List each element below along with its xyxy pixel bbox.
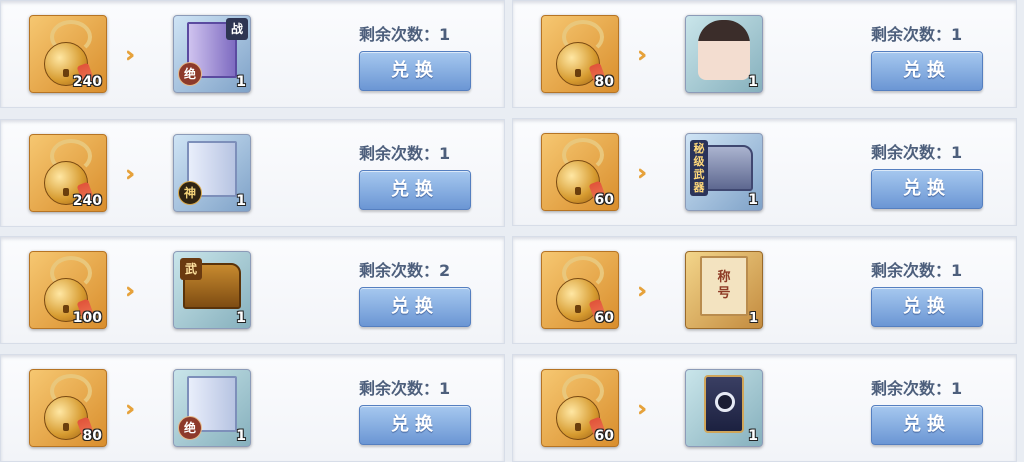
bell-cost-item[interactable]: 80 — [29, 369, 107, 447]
exchange-button[interactable]: 兑换 — [359, 405, 471, 445]
exchange-button[interactable]: 兑换 — [359, 51, 471, 91]
exchange-button[interactable]: 兑换 — [871, 51, 983, 91]
type-badge: 秘级武器 — [690, 140, 708, 196]
double-chevron-icon: ›› — [637, 43, 648, 68]
reward-quantity: 1 — [236, 428, 246, 444]
exchange-list-right: 80 ›› 1 剩余次数：1 兑换 60 ›› 秘级武器 1 剩余次数：1 兑换 — [512, 0, 1017, 462]
bell-cost-item[interactable]: 60 — [541, 369, 619, 447]
remaining-count: 剩余次数：1 — [359, 379, 451, 398]
reward-quantity: 1 — [236, 193, 246, 209]
reward-quantity: 1 — [236, 74, 246, 90]
exchange-button[interactable]: 兑换 — [871, 287, 983, 327]
remaining-count: 剩余次数：1 — [871, 25, 963, 44]
remaining-count: 剩余次数：2 — [359, 261, 451, 280]
rarity-badge: 绝 — [178, 416, 202, 440]
remaining-count: 剩余次数：1 — [359, 144, 451, 163]
reward-item[interactable]: 称号 1 — [685, 251, 763, 329]
reward-item[interactable]: 1 — [685, 369, 763, 447]
cost-quantity: 80 — [82, 428, 102, 444]
exchange-button[interactable]: 兑换 — [359, 287, 471, 327]
type-badge: 武 — [180, 258, 202, 280]
exchange-button[interactable]: 兑换 — [359, 170, 471, 210]
remaining-count: 剩余次数：1 — [871, 379, 963, 398]
cost-quantity: 80 — [594, 74, 614, 90]
double-chevron-icon: ›› — [125, 279, 136, 304]
reward-quantity: 1 — [236, 310, 246, 326]
bell-cost-item[interactable]: 60 — [541, 133, 619, 211]
exchange-button[interactable]: 兑换 — [871, 169, 983, 209]
character-portrait-icon — [698, 20, 750, 81]
cost-quantity: 60 — [594, 310, 614, 326]
double-chevron-icon: ›› — [125, 397, 136, 422]
exchange-row: 60 ›› 称号 1 剩余次数：1 兑换 — [512, 236, 1017, 344]
reward-quantity: 1 — [748, 311, 758, 326]
double-chevron-icon: ›› — [637, 279, 648, 304]
exchange-row: 80 ›› 绝 1 剩余次数：1 兑换 — [0, 354, 505, 462]
bell-cost-item[interactable]: 240 — [29, 15, 107, 93]
exchange-row: 60 ›› 秘级武器 1 剩余次数：1 兑换 — [512, 118, 1017, 226]
reward-item[interactable]: 绝 战 1 — [173, 15, 251, 93]
title-scroll-icon: 称号 — [700, 256, 748, 317]
rarity-badge: 绝 — [178, 62, 202, 86]
type-badge: 战 — [226, 18, 248, 40]
bell-cost-item[interactable]: 60 — [541, 251, 619, 329]
rarity-badge: 神 — [178, 181, 202, 205]
exchange-row: 80 ›› 1 剩余次数：1 兑换 — [512, 0, 1017, 108]
exchange-row: 240 ›› 神 1 剩余次数：1 兑换 — [0, 119, 505, 227]
double-chevron-icon: ›› — [125, 43, 136, 68]
bell-cost-item[interactable]: 80 — [541, 15, 619, 93]
exchange-row: 60 ›› 1 剩余次数：1 兑换 — [512, 354, 1017, 462]
remaining-count: 剩余次数：1 — [359, 25, 451, 44]
exchange-button[interactable]: 兑换 — [871, 405, 983, 445]
cost-quantity: 60 — [594, 192, 614, 208]
cost-quantity: 100 — [72, 310, 102, 326]
exchange-row: 240 ›› 绝 战 1 剩余次数：1 兑换 — [0, 0, 505, 108]
reward-quantity: 1 — [748, 192, 758, 208]
double-chevron-icon: ›› — [637, 161, 648, 186]
reward-item[interactable]: 神 1 — [173, 134, 251, 212]
cost-quantity: 240 — [72, 193, 102, 209]
exchange-list-left: 240 ›› 绝 战 1 剩余次数：1 兑换 240 ›› 神 1 剩余次数：1… — [0, 0, 505, 462]
bell-cost-item[interactable]: 240 — [29, 134, 107, 212]
bell-cost-item[interactable]: 100 — [29, 251, 107, 329]
reward-item[interactable]: 秘级武器 1 — [685, 133, 763, 211]
reward-quantity: 1 — [748, 428, 758, 444]
scroll-text: 称号 — [717, 270, 731, 302]
cost-quantity: 240 — [72, 74, 102, 90]
card-back-icon — [704, 375, 744, 434]
remaining-count: 剩余次数：1 — [871, 261, 963, 280]
reward-item[interactable]: 武 1 — [173, 251, 251, 329]
reward-item[interactable]: 1 — [685, 15, 763, 93]
exchange-row: 100 ›› 武 1 剩余次数：2 兑换 — [0, 236, 505, 344]
remaining-count: 剩余次数：1 — [871, 143, 963, 162]
double-chevron-icon: ›› — [125, 162, 136, 187]
reward-item[interactable]: 绝 1 — [173, 369, 251, 447]
reward-quantity: 1 — [748, 74, 758, 90]
cost-quantity: 60 — [594, 428, 614, 444]
double-chevron-icon: ›› — [637, 397, 648, 422]
